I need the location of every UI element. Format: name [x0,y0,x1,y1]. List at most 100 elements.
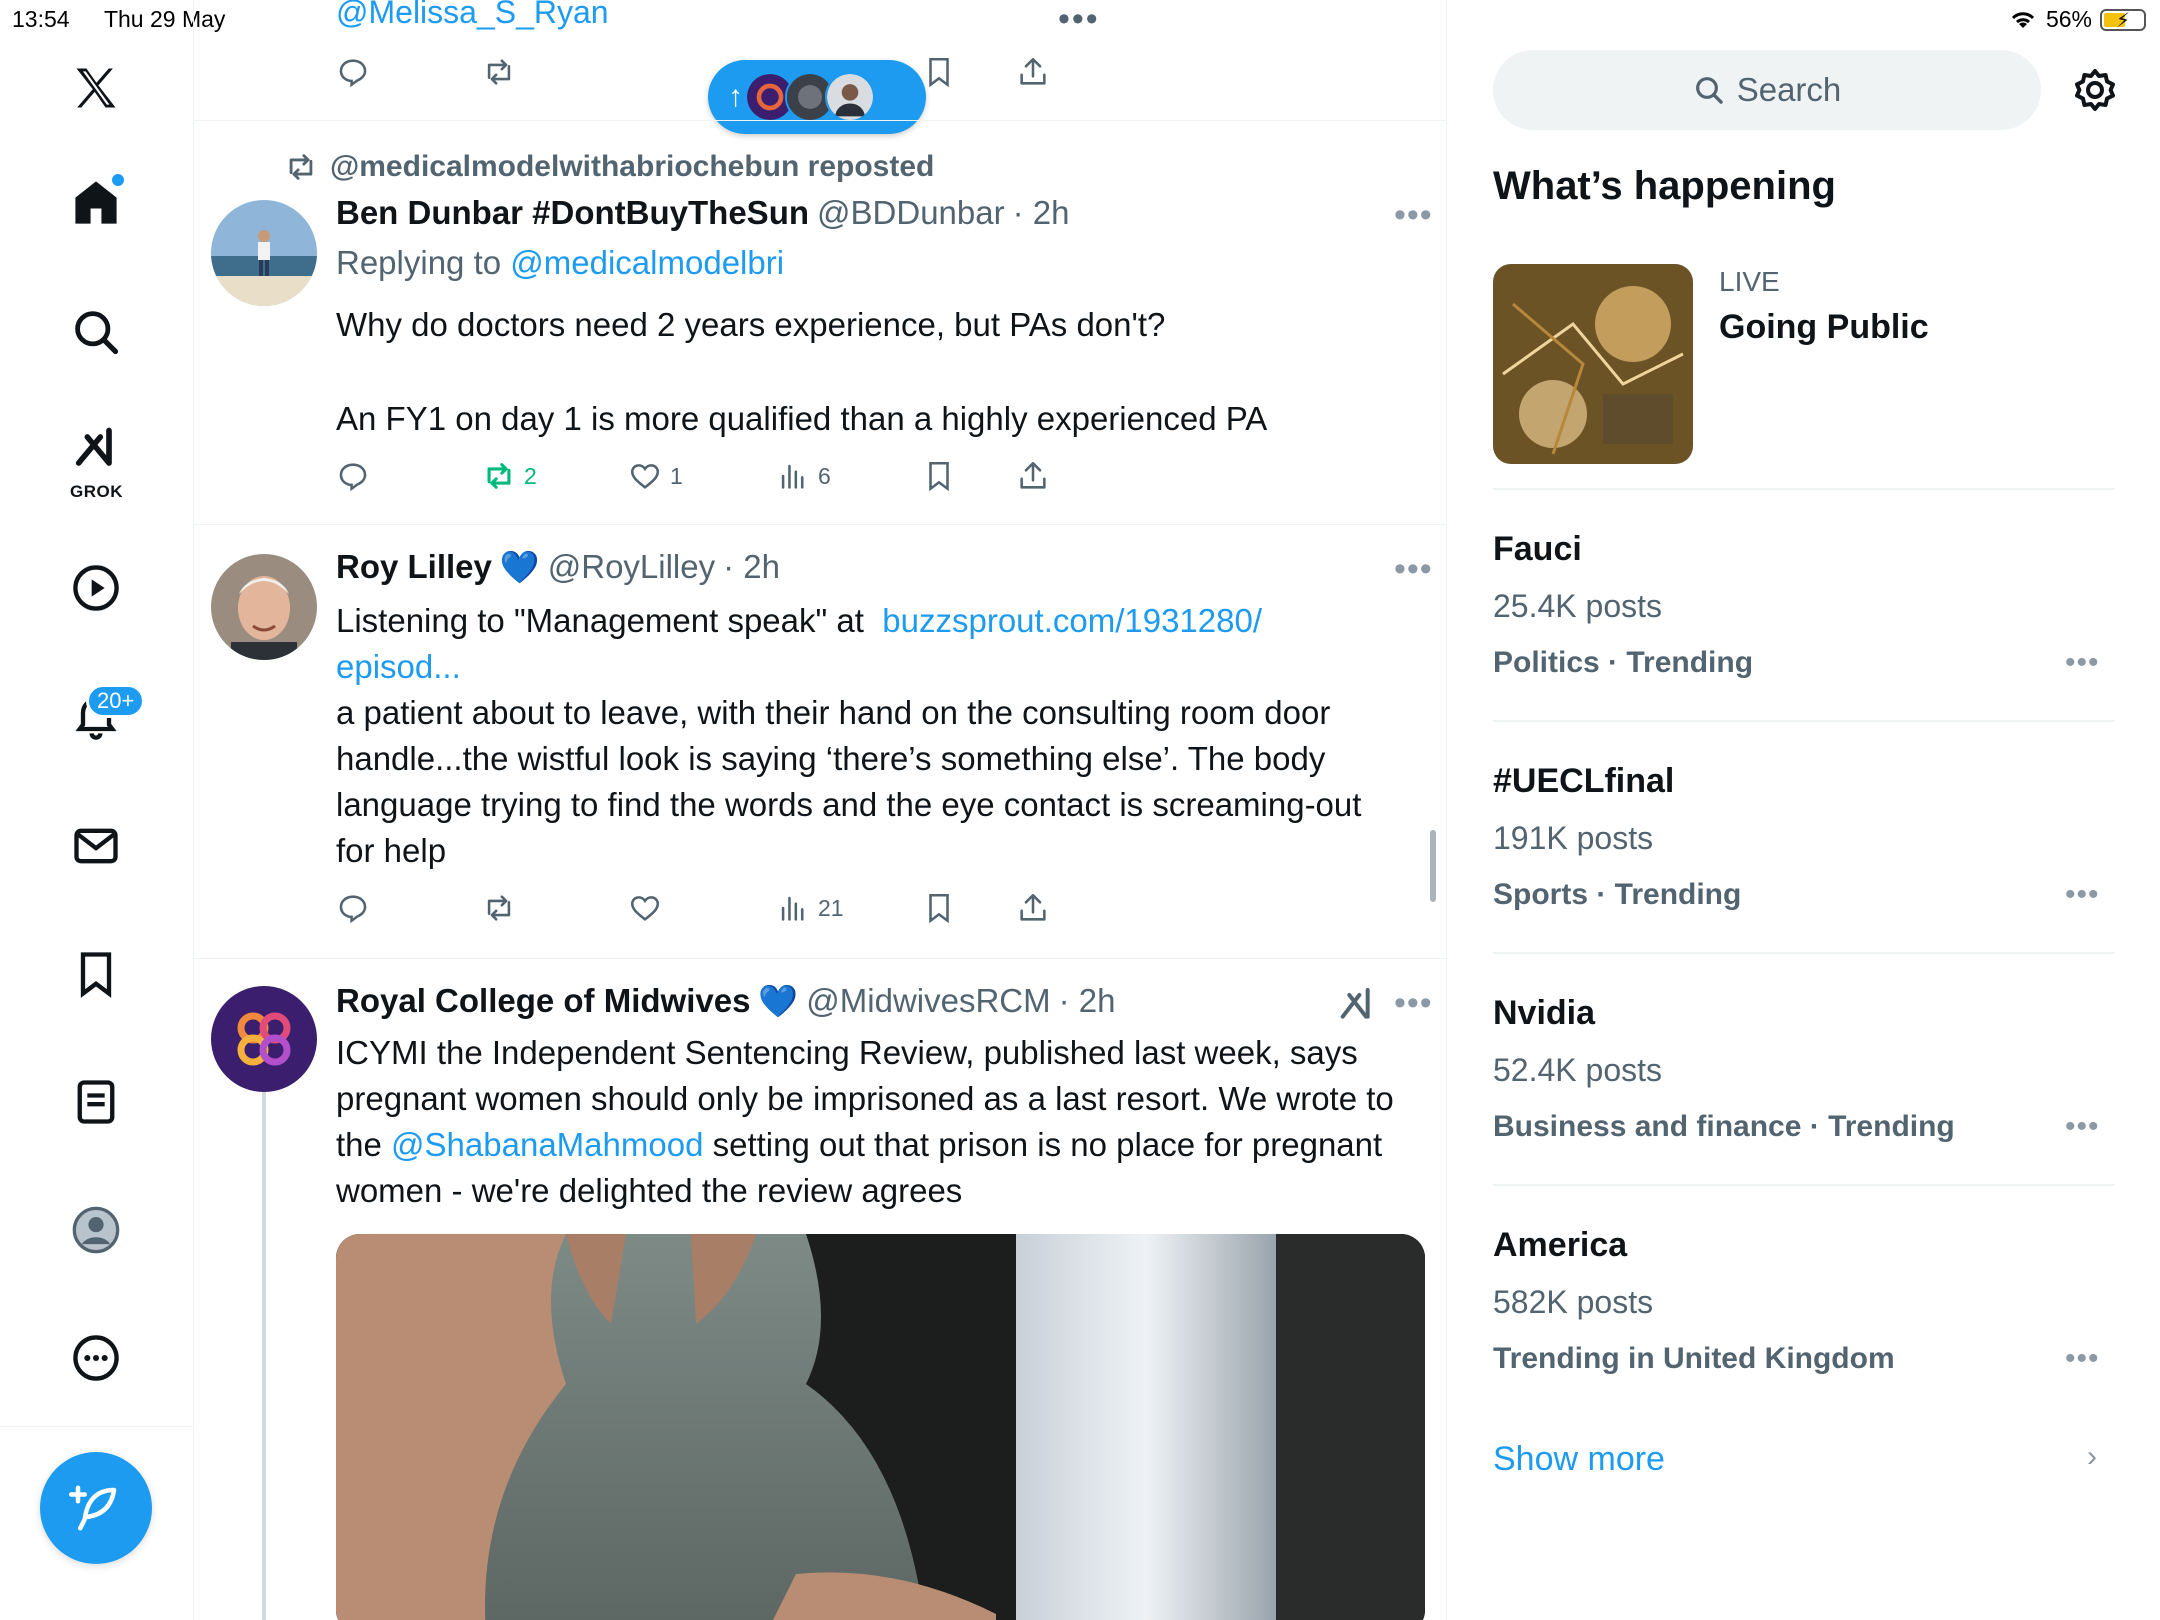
reply-button[interactable] [336,886,370,930]
repost-button[interactable]: 2 [482,454,537,498]
views-button[interactable]: 21 [776,886,844,930]
views-count: 21 [818,894,844,921]
trend-category: Politics · Trending [1493,646,1754,679]
reply-button[interactable] [336,50,370,94]
post-text-body: a patient about to leave, with their han… [336,694,1362,869]
trend-name[interactable]: America [1493,1226,1627,1265]
search-placeholder: Search [1736,71,1842,108]
bookmark-icon [929,461,949,492]
author-handle[interactable]: @MidwivesRCM [806,982,1050,1020]
post-text: Listening to "Management speak" at buzzs… [336,598,1406,874]
trend-more-icon[interactable]: ••• [2065,646,2100,680]
share-button[interactable] [1016,886,1050,930]
post-time[interactable]: · 2h [723,548,780,586]
trend-name[interactable]: #UECLfinal [1493,762,1674,801]
author-handle[interactable]: @BDDunbar [817,194,1005,232]
author-name[interactable]: Roy Lilley [336,548,492,586]
reply-icon [339,463,367,492]
post-divider [194,524,1446,525]
share-button[interactable] [1016,454,1050,498]
bookmark-button[interactable] [922,454,956,498]
compose-post-button[interactable] [40,1452,152,1564]
post-more-icon[interactable]: ••• [1394,984,1433,1023]
live-event-thumbnail[interactable] [1493,264,1693,464]
repost-label[interactable]: @medicalmodelwithabriochebun reposted [330,150,934,184]
reply-icon [339,895,367,924]
more-options-icon[interactable] [56,1318,136,1398]
views-chart-icon [781,896,804,921]
trend-post-count: 25.4K posts [1493,588,1662,624]
home-icon[interactable] [56,162,136,242]
views-button[interactable]: 6 [776,454,831,498]
trend-more-icon[interactable]: ••• [2065,1342,2100,1376]
trend-post-count: 191K posts [1493,820,1654,856]
show-more-link[interactable]: Show more [1493,1440,1665,1479]
post-more-icon[interactable]: ••• [1394,196,1433,235]
post-time[interactable]: · 2h [1013,194,1070,232]
heart-icon [630,896,660,921]
share-icon [1020,57,1046,85]
author-name[interactable]: Royal College of Midwives [336,982,750,1020]
bookmark-button[interactable] [922,886,956,930]
feed-scrollbar[interactable] [1430,830,1436,902]
profile-avatar-icon[interactable] [56,1190,136,1270]
previous-post-mention[interactable]: @Melissa_S_Ryan [336,0,609,31]
trend-divider [1493,1184,2115,1186]
explore-search-icon[interactable] [56,292,136,372]
arrow-up-icon: ↑ [728,80,743,113]
replying-to: Replying to @medicalmodelbri [336,244,784,282]
bookmark-button[interactable] [922,50,956,94]
post-actions: 21 [336,886,1196,930]
avatar[interactable] [211,200,317,306]
grok-icon[interactable] [56,410,136,490]
post-text-2: An FY1 on day 1 is more qualified than a… [336,400,1268,437]
trend-name[interactable]: Fauci [1493,530,1582,569]
trend-post-count: 52.4K posts [1493,1052,1662,1088]
repost-button[interactable] [482,50,516,94]
video-play-icon[interactable] [56,548,136,628]
bookmark-icon [929,893,949,924]
messages-mail-icon[interactable] [56,806,136,886]
post-link-continuation[interactable]: episod... [336,648,461,685]
blue-heart-icon: 💙 [758,983,799,1019]
repost-button[interactable] [482,886,516,930]
post-time[interactable]: · 2h [1059,982,1116,1020]
share-button[interactable] [1016,50,1050,94]
replying-to-mention[interactable]: @medicalmodelbri [510,244,784,281]
search-input[interactable]: Search [1493,50,2041,130]
live-event-title[interactable]: Going Public [1719,308,1929,347]
lists-icon[interactable] [56,1062,136,1142]
trend-category: Business and finance · Trending [1493,1110,1955,1143]
search-icon [1695,77,1723,104]
settings-gear-icon[interactable] [2071,66,2119,114]
trend-name[interactable]: Nvidia [1493,994,1595,1033]
trend-divider [1493,952,2115,954]
post-more-icon[interactable]: ••• [1394,550,1433,589]
author-handle[interactable]: @RoyLilley [548,548,715,586]
author-name[interactable]: Ben Dunbar #DontBuyTheSun [336,194,809,232]
post-text: ICYMI the Independent Sentencing Review,… [336,1030,1406,1214]
trend-post-count: 582K posts [1493,1284,1654,1320]
reply-button[interactable] [336,454,370,498]
avatar[interactable] [211,554,317,660]
trend-category: Sports · Trending [1493,878,1742,911]
like-button[interactable] [628,886,662,930]
views-chart-icon [781,464,804,489]
repost-indicator: @medicalmodelwithabriochebun reposted [284,150,934,184]
grok-explain-icon[interactable] [1336,985,1376,1025]
blue-heart-icon: 💙 [499,549,540,585]
like-button[interactable]: 1 [628,454,683,498]
timeline-feed: @Melissa_S_Ryan ••• ↑ @medicalmodelwitha… [194,0,1447,1620]
share-icon [1020,461,1046,489]
new-posts-pill-button[interactable]: ↑ [708,60,926,134]
post-media-image[interactable] [336,1234,1425,1620]
post-link[interactable]: buzzsprout.com/1931280/ [882,602,1262,639]
avatar[interactable] [211,986,317,1092]
trend-more-icon[interactable]: ••• [2065,878,2100,912]
post-mention[interactable]: @ShabanaMahmood [391,1126,703,1163]
top-more-menu-icon[interactable]: ••• [1058,0,1100,39]
bookmarks-icon[interactable] [56,934,136,1014]
x-logo-icon[interactable] [56,48,136,128]
post-text: Why do doctors need 2 years experience, … [336,306,1166,343]
trend-more-icon[interactable]: ••• [2065,1110,2100,1144]
